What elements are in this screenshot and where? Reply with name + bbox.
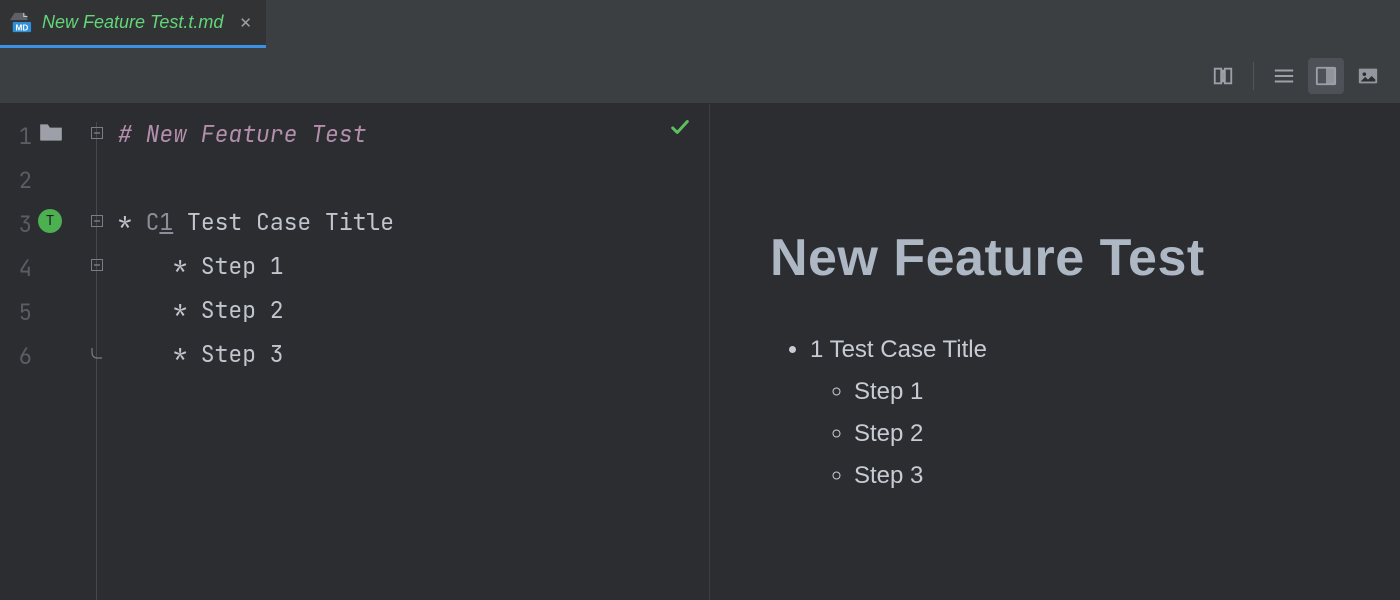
list-item: Step 2 xyxy=(854,420,1356,448)
main-split: 1 # New Feature Test 2 3T * C1 Test Case Tit… xyxy=(0,104,1400,600)
svg-text:MD: MD xyxy=(15,23,28,32)
view-source-button[interactable] xyxy=(1266,58,1302,94)
scroll-sync-button[interactable] xyxy=(1205,58,1241,94)
close-icon[interactable]: ✕ xyxy=(239,14,252,32)
code-line[interactable]: * C1 Test Case Title xyxy=(118,200,669,244)
tab-filename: New Feature Test.t.md xyxy=(42,12,223,33)
preview-list: 1 Test Case Title Step 1 Step 2 Step 3 xyxy=(770,336,1356,490)
editor-pane[interactable]: 1 # New Feature Test 2 3T * C1 Test Case Tit… xyxy=(0,104,710,600)
toolbar-separator xyxy=(1253,62,1254,90)
fold-collapse-icon[interactable] xyxy=(90,126,104,140)
tab-bar: MD New Feature Test.t.md ✕ xyxy=(0,0,1400,48)
line-number: 3 xyxy=(12,210,32,239)
line-number: 6 xyxy=(12,342,32,371)
view-split-button[interactable] xyxy=(1308,58,1344,94)
code-line[interactable]: * Step 1 xyxy=(118,244,669,288)
fold-guide-line xyxy=(96,122,97,600)
preview-pane: New Feature Test 1 Test Case Title Step … xyxy=(710,104,1400,600)
code-line[interactable] xyxy=(118,156,669,200)
code-line[interactable]: * Step 3 xyxy=(118,332,669,376)
list-item: Step 1 xyxy=(854,378,1356,406)
list-item-label: 1 Test Case Title xyxy=(810,336,987,363)
line-number: 1 xyxy=(12,122,32,151)
line-number: 2 xyxy=(12,166,32,195)
preview-heading: New Feature Test xyxy=(770,228,1356,288)
editor-tab[interactable]: MD New Feature Test.t.md ✕ xyxy=(0,0,266,48)
fold-end-icon xyxy=(90,346,104,360)
preview-toolbar xyxy=(0,48,1400,104)
inspection-ok-icon[interactable] xyxy=(669,116,691,143)
markdown-file-icon: MD xyxy=(10,12,32,34)
line-number: 5 xyxy=(12,298,32,327)
code-line[interactable]: # New Feature Test xyxy=(118,112,669,156)
fold-collapse-icon[interactable] xyxy=(90,258,104,272)
test-badge-icon: T xyxy=(38,209,62,233)
line-number: 4 xyxy=(12,254,32,283)
list-item: Step 3 xyxy=(854,462,1356,490)
code-line[interactable]: * Step 2 xyxy=(118,288,669,332)
folder-icon xyxy=(38,121,64,148)
fold-collapse-icon[interactable] xyxy=(90,214,104,228)
list-item: 1 Test Case Title Step 1 Step 2 Step 3 xyxy=(810,336,1356,490)
view-preview-button[interactable] xyxy=(1350,58,1386,94)
